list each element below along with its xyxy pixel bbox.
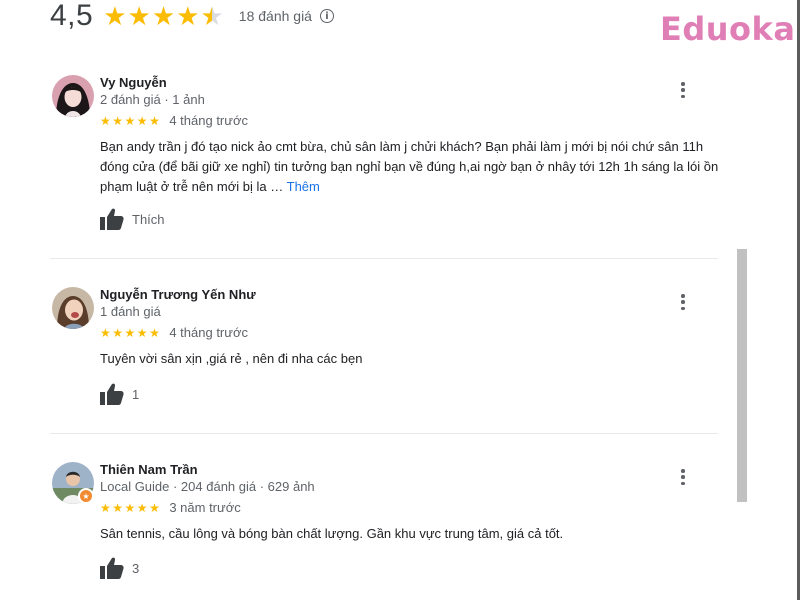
like-button[interactable]: 1: [100, 383, 139, 405]
reviewer-name[interactable]: Thiên Nam Trần: [100, 462, 198, 477]
star-icon: ★: [100, 500, 111, 515]
reviewer-name[interactable]: Nguyễn Trương Yến Như: [100, 287, 256, 302]
star-icon: ★: [151, 1, 176, 31]
thumbs-up-icon: [100, 383, 124, 405]
half-star-icon: ★: [200, 1, 224, 31]
star-icon: ★: [136, 113, 148, 128]
star-icon: ★: [136, 325, 148, 340]
like-button[interactable]: Thích: [100, 208, 165, 230]
like-button[interactable]: 3: [100, 557, 139, 579]
star-icon: ★: [112, 113, 124, 128]
local-guide-badge-icon: ★: [78, 488, 94, 504]
thumbs-up-icon: [100, 208, 124, 230]
star-icon: ★: [124, 113, 136, 128]
reviewer-name[interactable]: Vy Nguyễn: [100, 75, 167, 90]
star-icon: ★: [136, 500, 148, 515]
divider: [50, 258, 718, 259]
star-icon: ★: [124, 325, 136, 340]
avatar[interactable]: [52, 287, 94, 329]
average-stars: ★ ★ ★ ★ ★: [103, 3, 225, 29]
star-icon: ★: [127, 1, 151, 31]
star-icon: ★: [100, 113, 111, 128]
star-icon: ★: [112, 500, 124, 515]
more-options-button[interactable]: [676, 294, 690, 310]
average-rating: 4,5: [50, 0, 94, 32]
review-card: Nguyễn Trương Yến Như 1 đánh giá ★ ★ ★ ★…: [50, 287, 718, 407]
star-icon: ★: [149, 325, 160, 340]
review-text: Bạn andy trần j đó tạo nick ảo cmt bừa, …: [100, 137, 720, 197]
review-text: Tuyên vời sân xịn ,giá rẻ , nên đi nha c…: [100, 349, 720, 369]
review-card: ★ Thiên Nam Trần Local Guide · 204 đánh …: [50, 462, 718, 582]
star-icon: ★: [103, 1, 127, 31]
review-count[interactable]: 18 đánh giá: [239, 8, 312, 24]
scrollbar-thumb[interactable]: [737, 249, 747, 502]
review-text: Sân tennis, cầu lông và bóng bàn chất lư…: [100, 524, 720, 544]
star-icon: ★: [112, 325, 124, 340]
more-options-button[interactable]: [676, 82, 690, 98]
review-card: Vy Nguyễn 2 đánh giá · 1 ảnh ★ ★ ★ ★ ★ 4…: [50, 75, 718, 235]
rating-summary: 4,5 ★ ★ ★ ★ ★ 18 đánh giá i: [50, 0, 334, 32]
review-body: Sân tennis, cầu lông và bóng bàn chất lư…: [100, 526, 564, 541]
thumbs-up-icon: [100, 557, 124, 579]
review-date: 3 năm trước: [169, 500, 241, 515]
reviewer-meta: 1 đánh giá: [100, 304, 161, 319]
review-body: Bạn andy trần j đó tạo nick ảo cmt bừa, …: [100, 139, 719, 194]
info-icon[interactable]: i: [319, 9, 334, 23]
star-icon: ★: [149, 500, 160, 515]
like-label: Thích: [132, 211, 165, 227]
eduoka-logo: Eduoka: [660, 10, 796, 48]
review-rating: ★ ★ ★ ★ ★ 4 tháng trước: [100, 325, 248, 340]
reviewer-meta: 2 đánh giá · 1 ảnh: [100, 92, 205, 107]
review-body: Tuyên vời sân xịn ,giá rẻ , nên đi nha c…: [100, 351, 363, 366]
star-icon: ★: [149, 113, 160, 128]
review-date: 4 tháng trước: [169, 325, 248, 340]
more-options-button[interactable]: [676, 469, 690, 485]
star-icon: ★: [100, 325, 111, 340]
like-count: 3: [132, 560, 140, 576]
star-icon: ★: [124, 500, 136, 515]
divider: [50, 433, 718, 434]
reviewer-meta: Local Guide · 204 đánh giá · 629 ảnh: [100, 479, 315, 494]
star-icon: ★: [176, 1, 200, 31]
review-rating: ★ ★ ★ ★ ★ 3 năm trước: [100, 500, 241, 515]
review-rating: ★ ★ ★ ★ ★ 4 tháng trước: [100, 113, 248, 128]
like-count: 1: [132, 386, 140, 402]
review-date: 4 tháng trước: [169, 113, 248, 128]
more-link[interactable]: Thêm: [287, 179, 320, 194]
avatar[interactable]: [52, 75, 94, 117]
